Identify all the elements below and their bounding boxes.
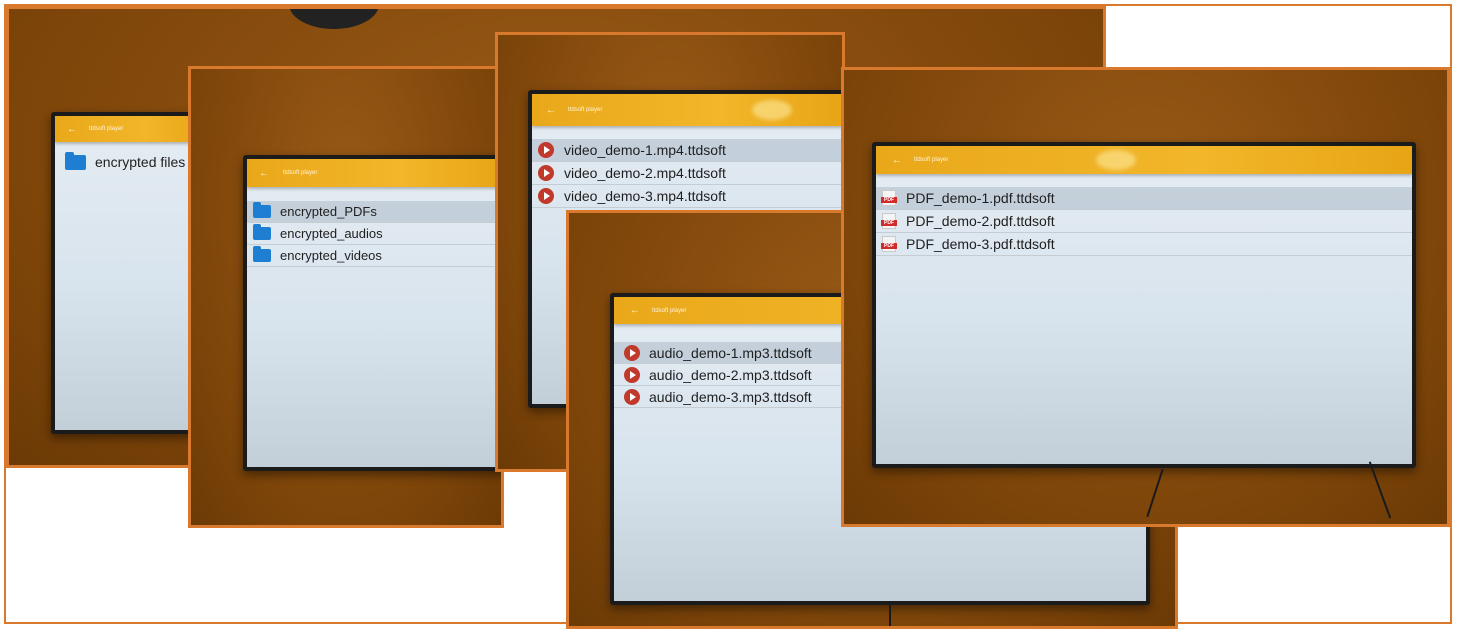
folder-icon <box>253 224 271 240</box>
item-label: PDF_demo-2.pdf.ttdsoft <box>906 213 1055 229</box>
tv-cable <box>889 605 891 626</box>
photo-panel-pdfs: ← ttdsoft player PDF PDF_demo-1.pdf.ttds… <box>841 67 1450 527</box>
app-title: ttdsoft player <box>89 126 124 132</box>
app-title: ttdsoft player <box>914 157 949 163</box>
list-item[interactable]: video_demo-3.mp4.ttdsoft <box>532 185 842 208</box>
pdf-badge-label: PDF <box>881 197 897 203</box>
app-bar: ← ttdsoft player <box>876 146 1412 174</box>
file-list: PDF PDF_demo-1.pdf.ttdsoft PDF PDF_demo-… <box>876 174 1412 256</box>
list-item[interactable]: PDF PDF_demo-3.pdf.ttdsoft <box>876 233 1412 256</box>
list-item[interactable]: PDF PDF_demo-1.pdf.ttdsoft <box>876 187 1412 210</box>
photo-panel-folders: ← ttdsoft player encrypted_PDFs encrypte… <box>188 66 504 528</box>
list-item[interactable]: video_demo-2.mp4.ttdsoft <box>532 162 842 185</box>
back-arrow-icon[interactable]: ← <box>65 124 79 135</box>
tv-screen-pdfs: ← ttdsoft player PDF PDF_demo-1.pdf.ttds… <box>876 146 1412 464</box>
file-list: video_demo-1.mp4.ttdsoft video_demo-2.mp… <box>532 126 842 208</box>
play-icon <box>538 165 554 181</box>
pdf-file-icon: PDF <box>881 190 897 206</box>
item-label: video_demo-3.mp4.ttdsoft <box>564 188 726 204</box>
tv-screen-folders: ← ttdsoft player encrypted_PDFs encrypte… <box>247 159 501 467</box>
back-arrow-icon[interactable]: ← <box>628 305 642 316</box>
light-glare <box>752 100 792 120</box>
list-item[interactable]: encrypted files <box>55 150 207 174</box>
app-title: ttdsoft player <box>283 170 318 176</box>
play-icon <box>624 344 640 361</box>
item-label: PDF_demo-3.pdf.ttdsoft <box>906 236 1055 252</box>
back-arrow-icon[interactable]: ← <box>257 168 271 179</box>
list-item[interactable]: encrypted_videos <box>247 245 501 267</box>
file-list: encrypted_PDFs encrypted_audios encrypte… <box>247 187 501 267</box>
app-title: ttdsoft player <box>568 107 603 113</box>
list-item[interactable]: encrypted_PDFs <box>247 201 501 223</box>
light-glare <box>1096 150 1136 170</box>
item-label: video_demo-2.mp4.ttdsoft <box>564 165 726 181</box>
pdf-file-icon: PDF <box>881 236 897 252</box>
item-label: encrypted_PDFs <box>280 204 377 219</box>
tv-pdfs: ← ttdsoft player PDF PDF_demo-1.pdf.ttds… <box>872 142 1416 468</box>
app-bar: ← ttdsoft player <box>55 116 207 142</box>
file-list: encrypted files <box>55 142 207 174</box>
item-label: PDF_demo-1.pdf.ttdsoft <box>906 190 1055 206</box>
item-label: audio_demo-3.mp3.ttdsoft <box>649 388 812 405</box>
app-bar: ← ttdsoft player <box>532 94 842 126</box>
item-label: encrypted_audios <box>280 226 383 241</box>
list-item[interactable]: encrypted_audios <box>247 223 501 245</box>
play-icon <box>538 188 554 204</box>
list-item[interactable]: PDF PDF_demo-2.pdf.ttdsoft <box>876 210 1412 233</box>
app-title: ttdsoft player <box>652 307 687 314</box>
item-label: encrypted files <box>95 154 186 170</box>
play-icon <box>538 142 554 158</box>
play-icon <box>624 388 640 405</box>
item-label: audio_demo-2.mp3.ttdsoft <box>649 366 812 383</box>
folder-icon <box>65 151 86 170</box>
pdf-badge-label: PDF <box>881 243 897 249</box>
pdf-file-icon: PDF <box>881 213 897 229</box>
tv-folders: ← ttdsoft player encrypted_PDFs encrypte… <box>243 155 501 471</box>
back-arrow-icon[interactable]: ← <box>544 105 558 116</box>
folder-icon <box>253 246 271 262</box>
item-label: audio_demo-1.mp3.ttdsoft <box>649 344 812 361</box>
folder-icon <box>253 202 271 218</box>
list-item[interactable]: video_demo-1.mp4.ttdsoft <box>532 139 842 162</box>
tv-screen-root: ← ttdsoft player encrypted files <box>55 116 207 430</box>
app-bar: ← ttdsoft player <box>247 159 501 187</box>
back-arrow-icon[interactable]: ← <box>890 155 904 166</box>
tv-root: ← ttdsoft player encrypted files <box>51 112 211 434</box>
item-label: encrypted_videos <box>280 248 382 263</box>
item-label: video_demo-1.mp4.ttdsoft <box>564 142 726 158</box>
play-icon <box>624 366 640 383</box>
pdf-badge-label: PDF <box>881 220 897 226</box>
